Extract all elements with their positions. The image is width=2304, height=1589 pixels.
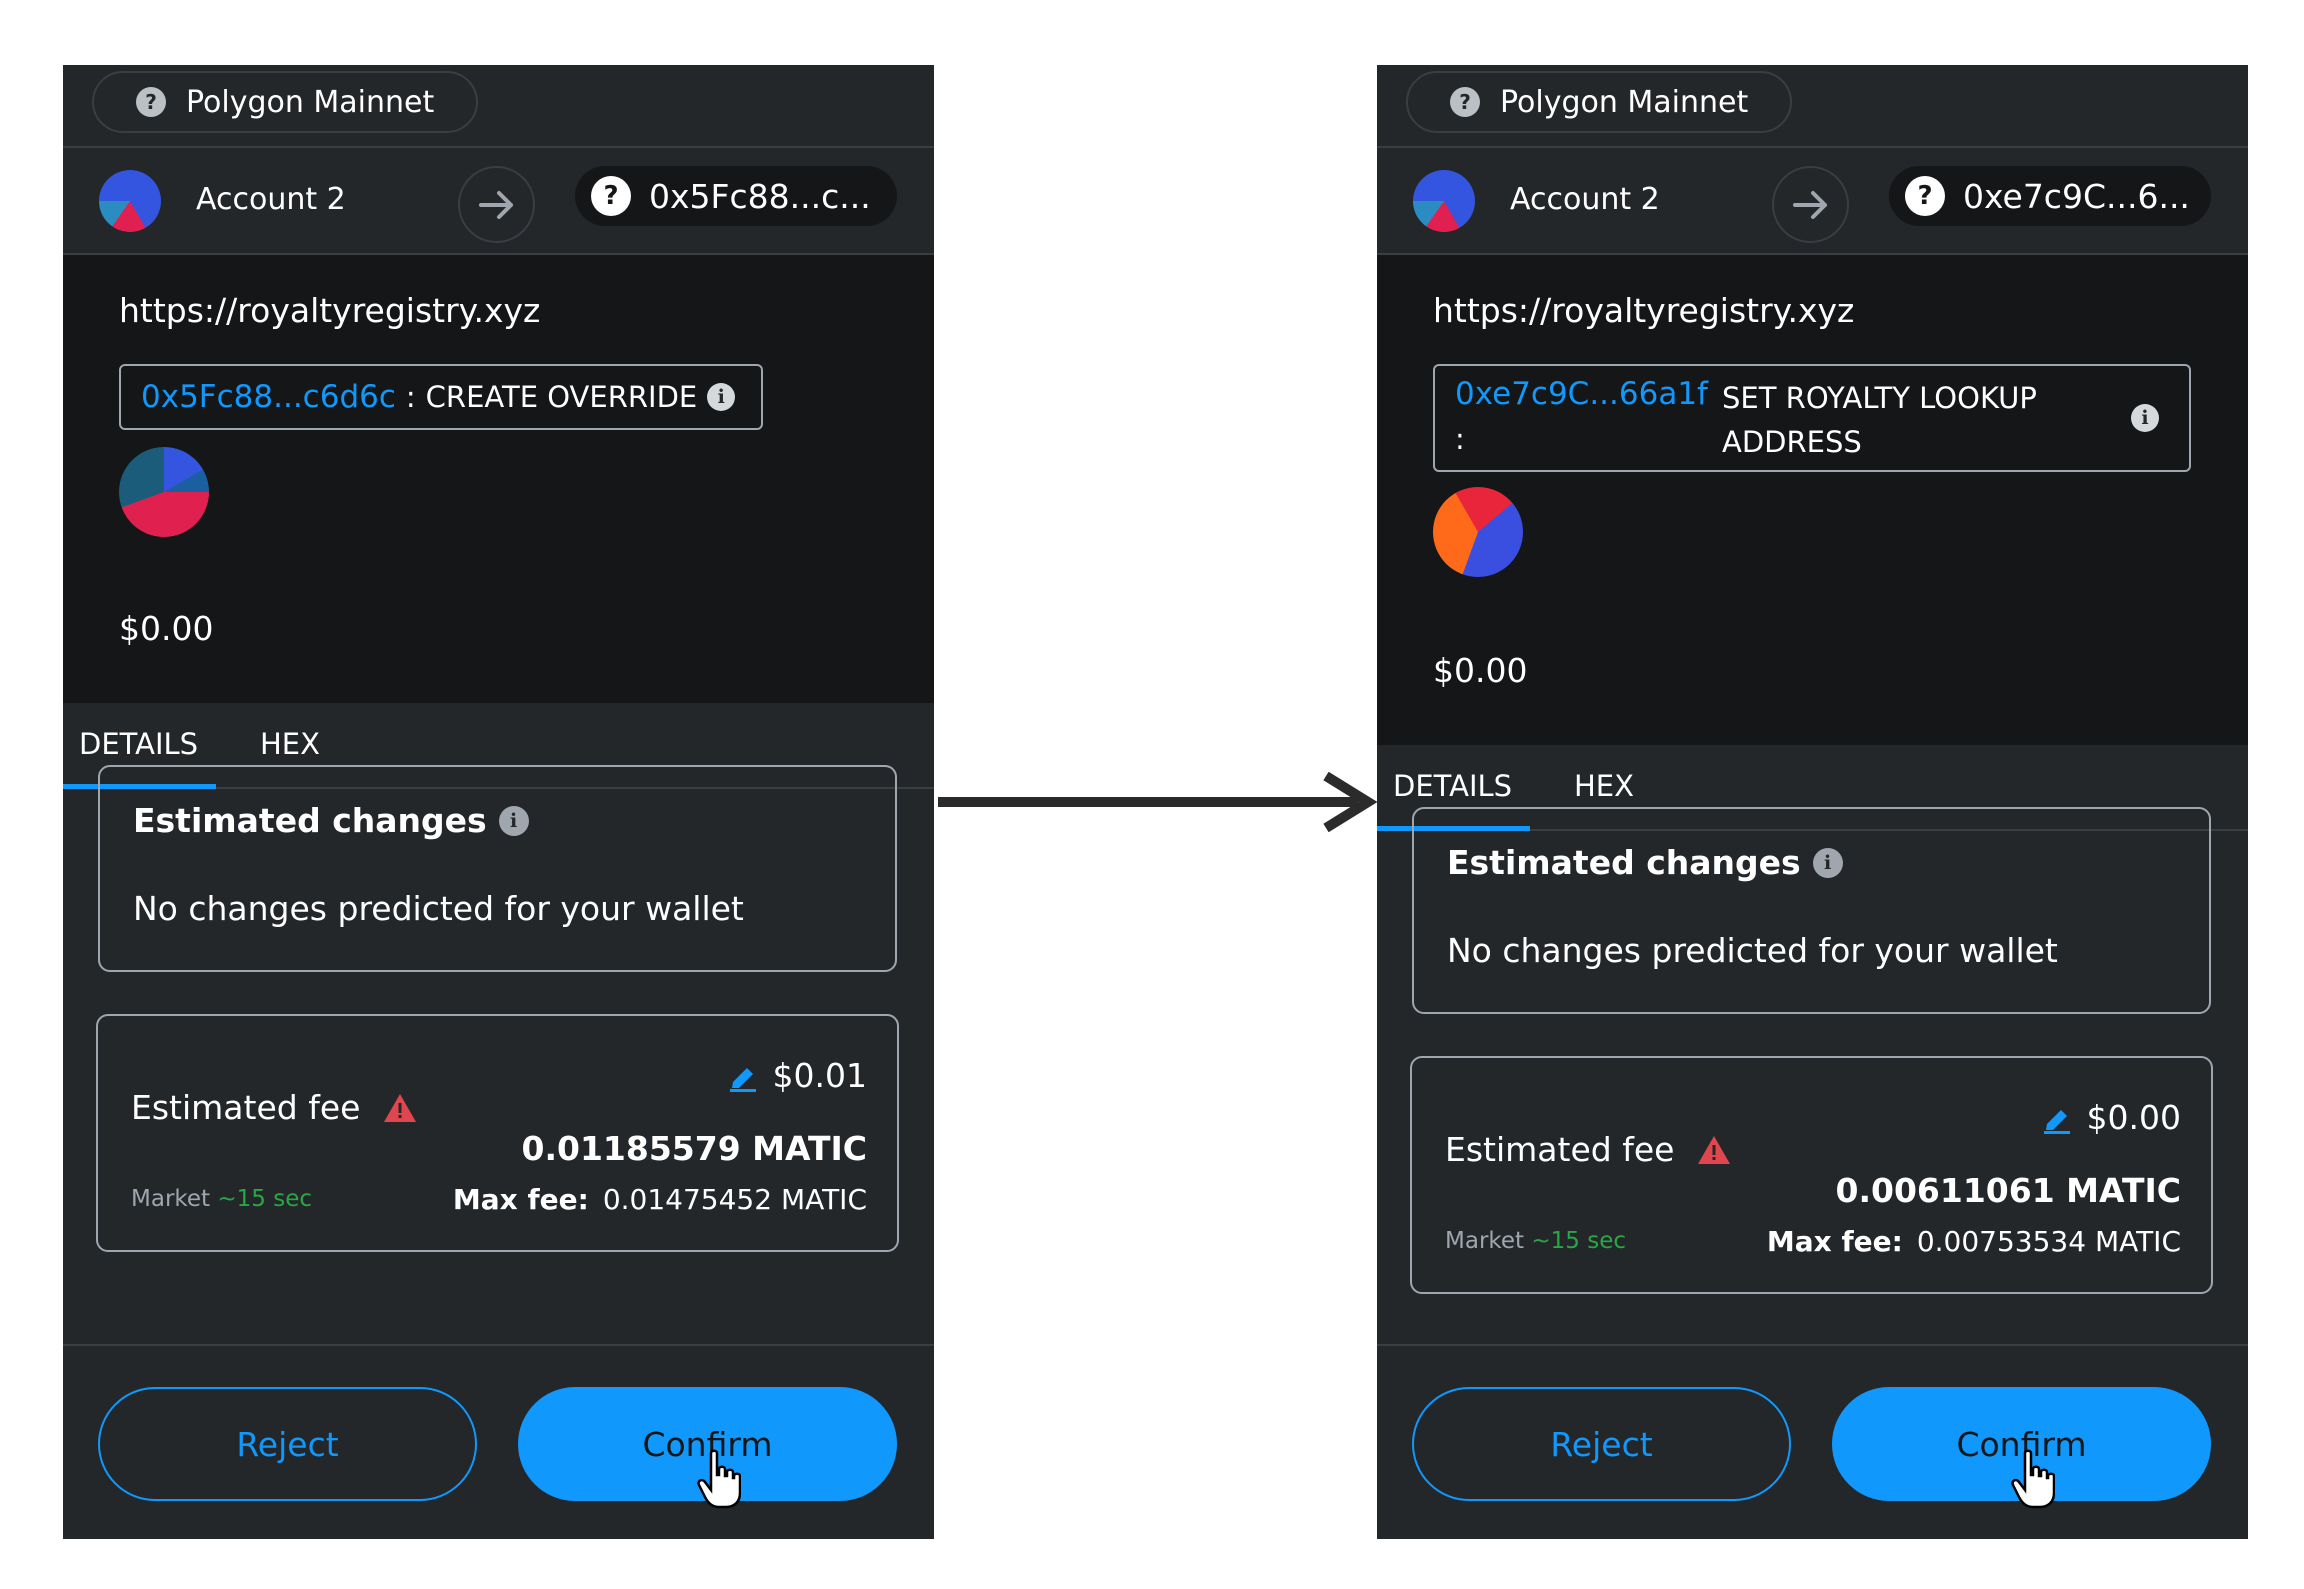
tab-details[interactable]: DETAILS: [79, 727, 198, 761]
tab-hex[interactable]: HEX: [1574, 769, 1634, 803]
fee-fiat-row: $0.01: [727, 1056, 867, 1095]
max-fee-value: 0.00753534 MATIC: [1916, 1225, 2181, 1258]
arrow-right-icon: [458, 166, 535, 243]
gas-market-label: Market: [131, 1186, 211, 1212]
token-identicon: [1433, 487, 1523, 577]
recipient-address-text: 0x5Fc88...c...: [649, 176, 871, 216]
estimated-fee-label-row: Estimated fee: [1445, 1130, 1732, 1169]
hand-pointer-cursor-icon: [2011, 1449, 2055, 1509]
fee-fiat-row: $0.00: [2041, 1098, 2181, 1137]
flow-arrow-icon: [938, 772, 1378, 832]
estimated-changes-label: Estimated changes: [1447, 843, 1801, 882]
network-selector[interactable]: ? Polygon Mainnet: [1406, 71, 1793, 133]
warning-icon: [1698, 1135, 1731, 1164]
network-unknown-icon: ?: [136, 87, 166, 117]
estimated-changes-text: No changes predicted for your wallet: [133, 889, 744, 928]
edit-pencil-icon[interactable]: [727, 1060, 759, 1092]
recipient-unknown-icon: ?: [1905, 176, 1945, 216]
contract-address-link[interactable]: 0xe7c9C...66a1f: [1455, 376, 1708, 412]
fee-fiat-value: $0.00: [2086, 1098, 2181, 1137]
estimated-changes-title: Estimated changes i: [1447, 843, 1843, 882]
gas-market-row[interactable]: Market ~15 sec: [1445, 1228, 1626, 1254]
info-icon[interactable]: i: [707, 383, 736, 411]
network-row: ? Polygon Mainnet: [63, 65, 934, 148]
estimated-changes-card: Estimated changes i No changes predicted…: [1412, 807, 2211, 1014]
sender-recipient-row: Account 2 ? 0x5Fc88...c...: [63, 148, 934, 255]
confirm-panel-after: ? Polygon Mainnet Account 2 ? 0xe7c9C...…: [1377, 65, 2248, 1539]
account-avatar: [1413, 170, 1475, 232]
confirm-panel-before: ? Polygon Mainnet Account 2 ? 0x5Fc88...…: [63, 65, 934, 1539]
recipient-unknown-icon: ?: [591, 176, 631, 216]
info-icon[interactable]: i: [1812, 847, 1843, 878]
contract-method-box: 0x5Fc88...c6d6c : CREATE OVERRIDE i: [119, 364, 763, 430]
contract-address-link[interactable]: 0x5Fc88...c6d6c: [141, 379, 396, 415]
network-name: Polygon Mainnet: [186, 84, 435, 120]
max-fee-row: Max fee: 0.01475452 MATIC: [453, 1183, 867, 1216]
contract-method-name: CREATE OVERRIDE: [425, 380, 698, 414]
tab-details[interactable]: DETAILS: [1393, 769, 1512, 803]
estimated-changes-label: Estimated changes: [133, 801, 487, 840]
contract-method-box: 0xe7c9C...66a1f : SET ROYALTY LOOKUP ADD…: [1433, 364, 2191, 472]
recipient-address[interactable]: ? 0xe7c9C...6...: [1889, 166, 2211, 226]
info-icon[interactable]: i: [498, 805, 529, 836]
gas-market-row[interactable]: Market ~15 sec: [131, 1186, 312, 1212]
tab-hex[interactable]: HEX: [260, 727, 320, 761]
gas-market-time: ~15 sec: [217, 1186, 313, 1212]
transaction-amount: $0.00: [119, 609, 214, 648]
sender-recipient-row: Account 2 ? 0xe7c9C...6...: [1377, 148, 2248, 255]
estimated-fee-card: Estimated fee $0.00 0.00611061 MATIC Mar…: [1410, 1056, 2213, 1294]
fee-fiat-value: $0.01: [772, 1056, 867, 1095]
hand-pointer-cursor-icon: [697, 1449, 741, 1509]
estimated-changes-text: No changes predicted for your wallet: [1447, 931, 2058, 970]
max-fee-row: Max fee: 0.00753534 MATIC: [1767, 1225, 2181, 1258]
account-name[interactable]: Account 2: [196, 182, 346, 217]
warning-icon: [384, 1093, 417, 1122]
gas-market-time: ~15 sec: [1531, 1228, 1627, 1254]
max-fee-label: Max fee:: [1766, 1225, 1903, 1258]
contract-separator: :: [1455, 422, 1465, 456]
max-fee-label: Max fee:: [452, 1183, 589, 1216]
recipient-address[interactable]: ? 0x5Fc88...c...: [575, 166, 897, 226]
transaction-amount: $0.00: [1433, 651, 1528, 690]
max-fee-value: 0.01475452 MATIC: [602, 1183, 867, 1216]
arrow-right-icon: [1772, 166, 1849, 243]
gas-market-label: Market: [1445, 1228, 1525, 1254]
estimated-fee-label-row: Estimated fee: [131, 1088, 418, 1127]
fee-crypto-value: 0.00611061 MATIC: [1835, 1171, 2181, 1210]
token-identicon: [119, 447, 209, 537]
info-icon[interactable]: i: [2131, 404, 2159, 432]
edit-pencil-icon[interactable]: [2041, 1102, 2073, 1134]
transaction-summary: https://royaltyregistry.xyz 0xe7c9C...66…: [1377, 255, 2248, 745]
action-footer: Reject Confirm: [1377, 1344, 2248, 1539]
reject-button[interactable]: Reject: [98, 1387, 477, 1501]
reject-button[interactable]: Reject: [1412, 1387, 1791, 1501]
origin-url: https://royaltyregistry.xyz: [119, 291, 541, 330]
account-name[interactable]: Account 2: [1510, 182, 1660, 217]
account-avatar: [99, 170, 161, 232]
network-row: ? Polygon Mainnet: [1377, 65, 2248, 148]
estimated-fee-label: Estimated fee: [1445, 1130, 1675, 1169]
estimated-fee-card: Estimated fee $0.01 0.01185579 MATIC Mar…: [96, 1014, 899, 1252]
action-footer: Reject Confirm: [63, 1344, 934, 1539]
fee-crypto-value: 0.01185579 MATIC: [521, 1129, 867, 1168]
recipient-address-text: 0xe7c9C...6...: [1963, 176, 2190, 216]
contract-separator: :: [405, 380, 416, 414]
contract-method-name: SET ROYALTY LOOKUP ADDRESS: [1722, 381, 2037, 459]
estimated-changes-title: Estimated changes i: [133, 801, 529, 840]
estimated-changes-card: Estimated changes i No changes predicted…: [98, 765, 897, 972]
network-unknown-icon: ?: [1450, 87, 1480, 117]
transaction-summary: https://royaltyregistry.xyz 0x5Fc88...c6…: [63, 255, 934, 703]
network-name: Polygon Mainnet: [1500, 84, 1749, 120]
estimated-fee-label: Estimated fee: [131, 1088, 361, 1127]
origin-url: https://royaltyregistry.xyz: [1433, 291, 1855, 330]
network-selector[interactable]: ? Polygon Mainnet: [92, 71, 479, 133]
